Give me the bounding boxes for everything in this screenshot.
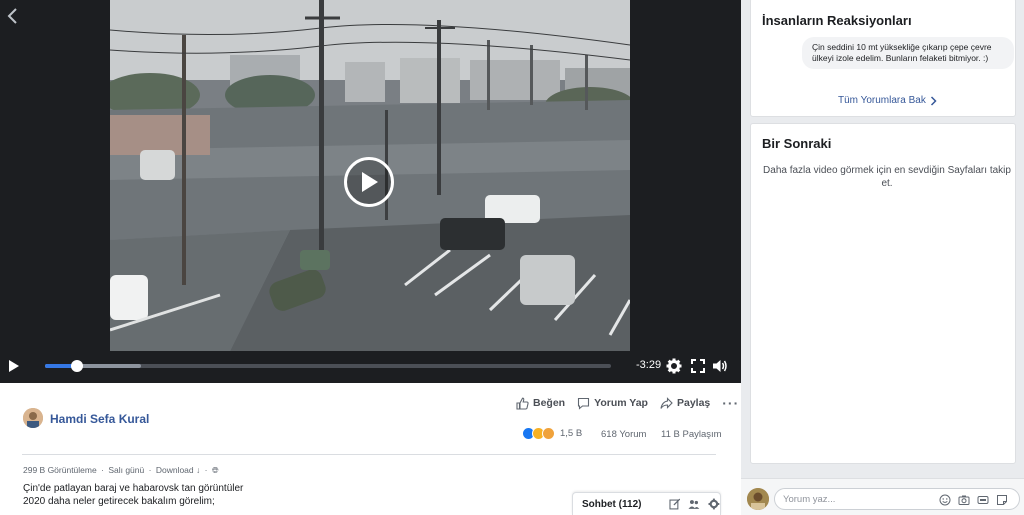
chat-bar[interactable]: Sohbet (112): [572, 492, 721, 515]
post-meta: 299 B Görüntüleme · Salı günü · Download…: [23, 465, 219, 476]
share-label: Paylaş: [676, 397, 711, 409]
more-options-icon[interactable]: ···: [722, 395, 739, 411]
volume-icon[interactable]: [712, 358, 728, 374]
progress-scrubber[interactable]: [71, 360, 84, 372]
progress-bar[interactable]: [45, 360, 611, 372]
play-control-icon[interactable]: [8, 359, 20, 373]
camera-icon[interactable]: [958, 493, 970, 505]
video-controls: -3:29: [0, 351, 741, 383]
author-avatar[interactable]: [23, 408, 43, 428]
group-icon[interactable]: [688, 498, 700, 510]
comment-text: Çin seddini 10 mt yüksekliğe çıkarıp çep…: [812, 42, 992, 63]
like-label: Beğen: [533, 397, 566, 409]
share-button[interactable]: Paylaş: [660, 396, 711, 410]
see-all-comments-link[interactable]: Tüm Yorumlara Bak: [838, 95, 937, 106]
facebook-video-viewer: -3:29 Hamdi Sefa Kural Beğen Yorum Yap P…: [0, 0, 1024, 515]
gear-icon[interactable]: [666, 358, 682, 374]
author-name[interactable]: Hamdi Sefa Kural: [50, 412, 149, 426]
chevron-right-icon: [930, 95, 937, 106]
meta-separator: ·: [148, 465, 152, 475]
play-overlay-button[interactable]: [344, 157, 394, 207]
play-icon: [362, 172, 378, 192]
reactions-panel: İnsanların Reaksiyonları Çin seddini 10 …: [750, 0, 1016, 117]
reaction-count: 1,5 B: [560, 428, 583, 439]
right-sidebar: İnsanların Reaksiyonları Çin seddini 10 …: [741, 0, 1024, 515]
reaction-summary[interactable]: 1,5 B: [522, 427, 582, 440]
gif-icon[interactable]: [977, 493, 989, 505]
post-date[interactable]: Salı günü: [108, 465, 144, 475]
download-link[interactable]: Download ↓: [156, 465, 200, 475]
reactions-panel-title: İnsanların Reaksiyonları: [762, 13, 912, 28]
comment-label: Yorum Yap: [594, 397, 648, 409]
comment-icon: [578, 397, 590, 410]
share-icon: [660, 396, 673, 409]
comment-bubble[interactable]: Çin seddini 10 mt yüksekliğe çıkarıp çep…: [802, 37, 1014, 69]
video-player[interactable]: -3:29: [0, 0, 741, 383]
sticker-icon[interactable]: [996, 493, 1008, 505]
back-chevron-icon[interactable]: [6, 6, 20, 26]
see-all-label: Tüm Yorumlara Bak: [838, 95, 926, 106]
gear-icon[interactable]: [708, 498, 720, 510]
meta-separator: ·: [101, 465, 104, 475]
next-panel-description: Daha fazla video görmek için en sevdiğin…: [763, 165, 1011, 189]
like-button[interactable]: Beğen: [516, 397, 565, 410]
post-caption: Çin'de patlayan baraj ve habarovsk tan g…: [23, 482, 243, 508]
globe-icon: 🌐︎: [211, 465, 219, 475]
emoji-icon[interactable]: [939, 493, 951, 506]
comment-composer: [741, 478, 1024, 515]
meta-separator: ·: [204, 465, 208, 475]
thumbs-up-icon: [516, 397, 529, 410]
time-remaining: -3:29: [636, 359, 662, 371]
divider: [22, 454, 716, 455]
new-message-icon[interactable]: [669, 498, 681, 510]
comments-count[interactable]: 618 Yorum: [601, 429, 646, 440]
composer-icons: [939, 493, 1008, 506]
caption-line: 2020 daha neler getirecek bakalım göreli…: [23, 496, 215, 507]
comment-button[interactable]: Yorum Yap: [577, 397, 648, 410]
user-avatar[interactable]: [747, 488, 769, 510]
fullscreen-icon[interactable]: [690, 358, 706, 374]
post-actions: Beğen Yorum Yap Paylaş ···: [516, 395, 739, 411]
chat-label[interactable]: Sohbet (112): [582, 499, 661, 510]
next-panel-title: Bir Sonraki: [762, 136, 832, 151]
next-video-panel: Bir Sonraki Daha fazla video görmek için…: [750, 123, 1016, 464]
view-count: 299 B Görüntüleme: [23, 465, 97, 475]
caption-line: Çin'de patlayan baraj ve habarovsk tan g…: [23, 483, 244, 494]
shares-count[interactable]: 11 B Paylaşım: [661, 429, 722, 440]
sad-reaction-icon: [542, 427, 555, 440]
